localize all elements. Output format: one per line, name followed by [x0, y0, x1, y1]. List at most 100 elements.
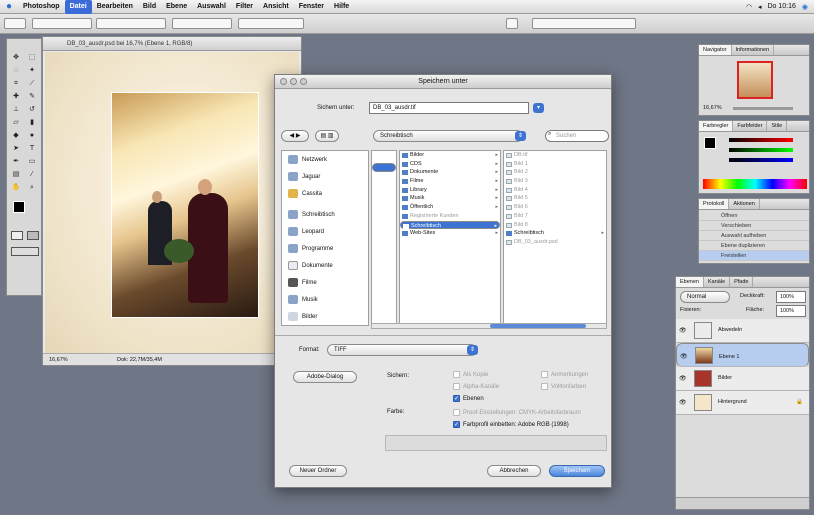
layer-row[interactable]: 👁 Hintergrund 🔒 [676, 391, 809, 415]
sidebar-item-bilder[interactable]: Bilder [282, 308, 368, 325]
list-item[interactable]: Filme ▸ [400, 177, 500, 186]
foreground-color-swatch[interactable] [13, 201, 25, 213]
list-item[interactable]: Bild 1 [504, 160, 606, 169]
color-fg-swatch[interactable] [704, 137, 716, 149]
move-tool-icon[interactable]: ✥ [11, 53, 21, 63]
als-kopie-checkbox[interactable]: Als Kopie [453, 371, 488, 378]
list-item[interactable]: Bild 4 [504, 186, 606, 195]
layer-row[interactable]: 👁 Abwedeln [676, 319, 809, 343]
fill-field[interactable]: 100% [776, 305, 806, 317]
align-buttons[interactable] [172, 18, 232, 29]
transform-controls-checkbox[interactable] [96, 18, 166, 29]
menu-auswahl[interactable]: Auswahl [192, 0, 231, 14]
proof-setup-checkbox[interactable]: Proof-Einstellungen: CMYK-Arbeitsfarbrau… [453, 409, 581, 416]
blend-mode-select[interactable]: Normal [680, 291, 730, 303]
list-item[interactable]: Bild 6 [504, 203, 606, 212]
volume-icon[interactable]: ◂ [758, 3, 762, 11]
blur-tool-icon[interactable]: ◆ [11, 131, 21, 141]
opacity-field[interactable]: 100% [776, 291, 806, 303]
sidebar-item-leopard[interactable]: Leopard [282, 223, 368, 240]
sidebar-item-cassita[interactable]: Cassita [282, 185, 368, 202]
apple-icon[interactable]: ● [0, 1, 18, 12]
visibility-eye-icon[interactable]: 👁 [679, 327, 687, 334]
list-item[interactable]: Musik ▸ [400, 194, 500, 203]
layer-row-selected[interactable]: 👁 Ebene 1 [676, 343, 809, 367]
list-item[interactable]: CDS ▸ [400, 160, 500, 169]
sidebar-item-schreibtisch[interactable]: Schreibtisch [282, 206, 368, 223]
anmerkungen-checkbox[interactable]: Anmerkungen [541, 371, 588, 378]
brush-tool-icon[interactable]: ✎ [27, 92, 37, 102]
sidebar-item-programme[interactable]: Programme [282, 240, 368, 257]
blue-slider[interactable] [729, 158, 793, 162]
menu-hilfe[interactable]: Hilfe [329, 0, 354, 14]
green-slider[interactable] [729, 148, 793, 152]
layer-row[interactable]: 👁 Bilder [676, 367, 809, 391]
view-mode-buttons[interactable]: ▤ ▥ [315, 130, 339, 142]
color-ramp[interactable] [703, 179, 807, 189]
list-item[interactable]: Bild 5 [504, 194, 606, 203]
tab-navigator[interactable]: Navigator [699, 45, 732, 55]
format-select[interactable]: TIFF [327, 344, 477, 356]
tab-aktionen[interactable]: Aktionen [729, 199, 760, 209]
browser-column-0[interactable] [371, 150, 397, 326]
sidebar-item-dokumente[interactable]: Dokumente [282, 257, 368, 274]
tab-stile[interactable]: Stile [767, 121, 788, 131]
visibility-eye-icon[interactable]: 👁 [679, 399, 687, 406]
zoom-tool-icon[interactable]: ⌕ [27, 183, 37, 193]
location-chevron-icon[interactable]: ⇕ [515, 131, 526, 141]
tab-kanaele[interactable]: Kanäle [704, 277, 731, 287]
zoom-button[interactable] [300, 78, 307, 85]
magic-wand-icon[interactable]: ✦ [27, 66, 37, 76]
screen-mode-icon[interactable] [11, 247, 39, 256]
sidebar-item-musik[interactable]: Musik [282, 291, 368, 308]
dodge-tool-icon[interactable]: ● [27, 131, 37, 141]
visibility-eye-icon[interactable]: 👁 [679, 375, 687, 382]
menu-ansicht[interactable]: Ansicht [258, 0, 294, 14]
path-select-icon[interactable]: ➤ [11, 144, 21, 154]
gradient-tool-icon[interactable]: ▮ [27, 118, 37, 128]
list-item[interactable] [372, 163, 396, 172]
list-item[interactable]: Bild 7 [504, 212, 606, 221]
horizontal-scrollbar[interactable] [371, 323, 607, 329]
history-item[interactable]: Auswahl aufheben [699, 231, 809, 241]
sidebar-item-netzwerk[interactable]: Netzwerk [282, 151, 368, 168]
menu-datei[interactable]: Datei [64, 0, 92, 14]
navigator-thumbnail[interactable] [737, 61, 773, 99]
distribute-buttons[interactable] [238, 18, 304, 29]
marquee-tool-icon[interactable]: ⬚ [27, 53, 37, 63]
tab-ebenen[interactable]: Ebenen [676, 277, 704, 287]
list-item[interactable]: Bild 3 [504, 177, 606, 186]
location-select[interactable]: Schreibtisch [373, 130, 523, 142]
history-item-selected[interactable]: Freistellen [699, 251, 809, 261]
menu-bild[interactable]: Bild [138, 0, 161, 14]
menu-fenster[interactable]: Fenster [294, 0, 329, 14]
red-slider[interactable] [729, 138, 793, 142]
tab-protokoll[interactable]: Protokoll [699, 199, 730, 209]
list-item[interactable]: Library ▸ [400, 186, 500, 195]
list-item[interactable]: DB_03_ausdr.psd [504, 238, 606, 247]
eyedropper-icon[interactable]: ⁄ [27, 170, 37, 180]
history-item[interactable]: Ebene duplizieren [699, 241, 809, 251]
list-item[interactable]: Schreibtisch ▸ [504, 229, 606, 238]
clock[interactable]: Do 10:16 [767, 3, 795, 10]
notes-tool-icon[interactable]: ▤ [11, 170, 21, 180]
tab-pfade[interactable]: Pfade [730, 277, 754, 287]
healing-tool-icon[interactable]: ✚ [11, 92, 21, 102]
icc-profile-checkbox[interactable]: ✓ Farbprofil einbetten: Adobe RGB (1998) [453, 421, 569, 428]
save-button[interactable]: Speichern [549, 465, 605, 477]
sidebar-item-jaguar[interactable]: Jaguar [282, 168, 368, 185]
menu-bearbeiten[interactable]: Bearbeiten [92, 0, 138, 14]
standard-mode-icon[interactable] [27, 231, 39, 240]
tool-preset-picker[interactable] [4, 18, 26, 29]
list-item[interactable]: Bild 8 [504, 221, 606, 230]
list-item-selected[interactable]: Schreibtisch ▸ [400, 220, 500, 230]
close-button[interactable] [280, 78, 287, 85]
canvas[interactable] [45, 52, 299, 354]
list-item[interactable]: Dokumente ▸ [400, 168, 500, 177]
adobe-dialog-button[interactable]: Adobe-Dialog [293, 371, 357, 383]
document-title[interactable]: DB_03_ausdr.psd bei 16,7% (Ebene 1, RGB/… [43, 37, 301, 51]
volltonfarben-checkbox[interactable]: Volltonfarben [541, 383, 586, 390]
hand-tool-icon[interactable]: ✋ [11, 183, 21, 193]
wifi-icon[interactable]: ◠ [746, 3, 752, 11]
list-item[interactable]: DB.tif [504, 151, 606, 160]
